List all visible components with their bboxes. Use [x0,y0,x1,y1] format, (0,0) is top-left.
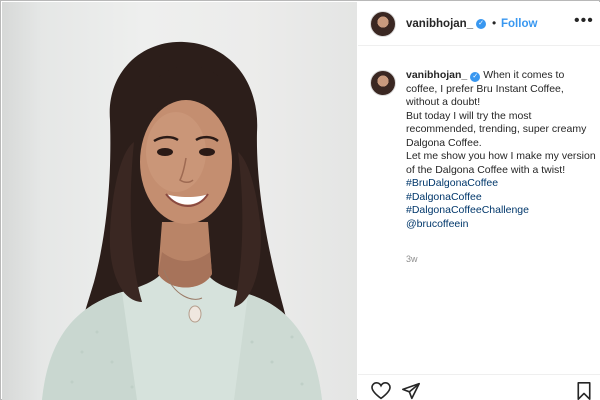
caption-text: vanibhojan_ ✓ When it comes to coffee, I … [406,69,596,231]
bookmark-icon[interactable] [576,382,592,400]
heart-icon[interactable] [371,382,391,400]
avatar[interactable] [370,70,396,96]
follow-button[interactable]: Follow [501,18,537,30]
share-icon[interactable] [401,382,421,400]
caption-line: But today I will try the most recommende… [406,109,587,149]
hashtag-link[interactable]: #BruDalgonaCoffee [406,177,596,191]
hashtag-link[interactable]: #DalgonaCoffee [406,191,596,205]
caption-line: Let me show you how I make my version of… [406,150,596,176]
post-age[interactable]: 3w [406,254,418,264]
hashtag-link[interactable]: #DalgonaCoffeeChallenge [406,204,596,218]
post-header: vanibhojan_ ✓ • Follow ••• [358,2,600,46]
post-actions [358,374,600,400]
caption-username-link[interactable]: vanibhojan_ [406,69,467,81]
username-link[interactable]: vanibhojan_ [406,18,473,30]
avatar[interactable] [370,11,396,37]
more-options-icon[interactable]: ••• [574,12,594,30]
verified-badge-icon: ✓ [470,72,481,82]
verified-badge-icon: ✓ [476,19,486,29]
post-sidebar: vanibhojan_ ✓ • Follow ••• vanibhojan_ ✓ … [358,2,600,400]
post-modal: vanibhojan_ ✓ • Follow ••• vanibhojan_ ✓ … [0,0,600,400]
post-video[interactable] [2,2,357,400]
mention-link[interactable]: @brucoffeein [406,218,596,232]
separator-dot: • [492,16,497,30]
person-illustration [42,41,322,400]
